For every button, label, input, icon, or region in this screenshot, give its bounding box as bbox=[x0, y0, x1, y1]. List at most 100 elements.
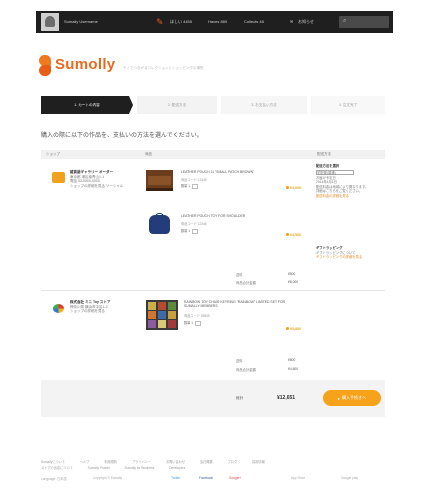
notification-label[interactable]: お知らせ bbox=[298, 19, 314, 25]
footer-link[interactable]: Developers bbox=[169, 466, 185, 470]
order-total-bar: 総計 ¥12,651 ▸ 購入手続きへ bbox=[41, 380, 385, 417]
footer-link[interactable]: ストアの出店について bbox=[41, 466, 73, 470]
avatar[interactable] bbox=[41, 13, 59, 31]
quantity-label: 数量 1 bbox=[184, 321, 194, 325]
item-price: ¥3,800 bbox=[286, 327, 301, 331]
shop-detail[interactable]: ショップの詳細を見る ソーシャル bbox=[70, 184, 123, 188]
shipping-value: ¥500 bbox=[288, 272, 296, 276]
delivery-select[interactable]: 宅配便(普通) bbox=[316, 169, 354, 175]
shop-info: 株式会社 ミニ Toy ストア 神奈川県 横浜市中区1-2 ショップの詳細を見る bbox=[70, 300, 150, 314]
cart-table-header: ショップ 商品 配送方法 bbox=[41, 150, 385, 159]
grand-total-amount: ¥12,651 bbox=[277, 395, 296, 401]
footer-link[interactable]: ブログ bbox=[228, 460, 238, 464]
step-complete: 4. 注文完了 bbox=[311, 96, 385, 114]
shop-logo-icon[interactable] bbox=[52, 303, 65, 314]
app-store-badge[interactable]: App Store bbox=[291, 476, 305, 480]
checkout-button-label: 購入手続きへ bbox=[342, 395, 366, 400]
item-title[interactable]: LEATHER POUCH TOY FOR SHOULDER bbox=[181, 214, 281, 218]
item-title[interactable]: RAINBOW TOY CHAIR KEYRING "RAINBOW" LIMI… bbox=[184, 300, 299, 309]
gift-title: ギフトラッピング bbox=[316, 246, 343, 250]
top-navigation-bar: Sumally Username ✎ ほしい 4455 Haves 889 Co… bbox=[36, 11, 393, 33]
pen-icon[interactable]: ✎ bbox=[156, 17, 166, 27]
search-icon: ⌕ bbox=[343, 18, 347, 24]
checkout-button[interactable]: ▸ 購入手続きへ bbox=[323, 390, 381, 406]
item-code: 商品コード 12345 bbox=[181, 178, 207, 182]
shipping-value: ¥800 bbox=[288, 358, 296, 362]
footer-links: Sumallyについて ヘルプ 利用規約 プライバシー お問い合わせ 会社概要 … bbox=[41, 459, 391, 471]
page-instruction: 購入の際に以下の作品を、支払いの方法を選んでください。 bbox=[41, 133, 203, 139]
arrow-right-icon: ▸ bbox=[337, 395, 340, 401]
footer-link[interactable]: ヘルプ bbox=[80, 460, 90, 464]
item-price: ¥3,000 bbox=[286, 186, 301, 190]
item-code: 商品コード 55555 bbox=[184, 314, 210, 318]
nav-want[interactable]: ほしい 4455 bbox=[170, 19, 192, 25]
step-cart: 1. カートの内容 bbox=[41, 96, 133, 114]
user-name-menu[interactable]: Sumally Username bbox=[64, 19, 98, 24]
shop-divider bbox=[41, 290, 385, 291]
twitter-icon[interactable]: Twitter bbox=[171, 476, 180, 480]
shop-info: 雑貨屋ギャラリー オーダー 東京都 港区南青山1-1 電話 03-0000-00… bbox=[70, 170, 150, 188]
quantity-stepper[interactable]: 数量 1 bbox=[184, 320, 202, 326]
shop-detail: 神奈川県 横浜市中区1-2 bbox=[70, 304, 108, 309]
item-price: ¥4,500 bbox=[286, 233, 301, 237]
footer-link[interactable]: Sumally Pocket bbox=[88, 466, 110, 470]
shop-logo-icon[interactable] bbox=[52, 172, 65, 183]
quantity-stepper[interactable]: 数量 1 bbox=[181, 228, 199, 234]
delivery-select-value: 宅配便(普通) bbox=[317, 170, 336, 175]
delivery-info: 詳細はこちらをご覧ください。 bbox=[316, 189, 363, 194]
notification-icon[interactable]: ✉ bbox=[290, 19, 293, 24]
delivery-info: 2014年4月1日 bbox=[316, 180, 337, 185]
delivery-detail-link[interactable]: 配送料金の詳細を見る bbox=[316, 194, 349, 198]
shop-detail: 電話 03-0000-0000 bbox=[70, 179, 100, 184]
footer-link[interactable]: Sumallyについて bbox=[41, 460, 65, 464]
logo-wordmark: Sumolly bbox=[55, 56, 116, 73]
facebook-icon[interactable]: Facebook bbox=[199, 476, 213, 480]
grand-total-label: 総計 bbox=[236, 396, 244, 400]
footer-link[interactable]: 会社概要 bbox=[200, 460, 213, 464]
shop-total-label: 商品合計金額 bbox=[236, 281, 256, 285]
shop-detail[interactable]: ショップの詳細を見る bbox=[70, 309, 105, 313]
shop-detail: 東京都 港区南青山1-1 bbox=[70, 174, 105, 179]
quantity-label: 数量 1 bbox=[181, 229, 191, 233]
footer-link[interactable]: Sumally for Business bbox=[125, 466, 155, 470]
shipping-label: 送料 bbox=[236, 273, 243, 277]
shop-total-value: ¥8,000 bbox=[288, 280, 299, 284]
step-payment: 3. お支払い方法 bbox=[221, 96, 307, 114]
copyright: Copyright © Sumally bbox=[93, 476, 123, 480]
quantity-label: 数量 1 bbox=[181, 184, 191, 188]
nav-collect[interactable]: Collects 48 bbox=[244, 19, 264, 24]
step-shipping: 2. 配送方法 bbox=[137, 96, 217, 114]
nav-have[interactable]: Haves 889 bbox=[208, 19, 227, 24]
tagline: モノでつながるコレクションとショッピングの場所 bbox=[123, 66, 204, 70]
google-play-badge[interactable]: Google play bbox=[341, 476, 358, 480]
header-shop: ショップ bbox=[46, 152, 60, 156]
delivery-options: 配送方法を選択 宅配便(普通) お届け予定日 2014年4月1日 配送料金は地域… bbox=[316, 164, 386, 199]
shop-name[interactable]: 雑貨屋ギャラリー オーダー bbox=[70, 170, 113, 174]
quantity-stepper[interactable]: 数量 1 bbox=[181, 183, 199, 189]
gift-info: ギフトラッピングについて bbox=[316, 250, 356, 255]
shop-total-label: 商品合計金額 bbox=[236, 368, 256, 372]
item-title[interactable]: LEATHER POUCH 11 "SMALL PATCH BROWN" bbox=[181, 170, 281, 174]
footer-link[interactable]: 採用情報 bbox=[252, 460, 265, 464]
search-input[interactable]: ⌕ bbox=[339, 16, 389, 28]
delivery-title: 配送方法を選択 bbox=[316, 164, 340, 168]
checkout-steps: 1. カートの内容 2. 配送方法 3. お支払い方法 4. 注文完了 bbox=[41, 96, 385, 114]
logo-mark-icon bbox=[39, 55, 51, 76]
footer-link[interactable]: お問い合わせ bbox=[166, 460, 185, 464]
header-delivery: 配送方法 bbox=[317, 152, 331, 156]
shop-total-value: ¥4,600 bbox=[288, 367, 299, 371]
shop-name[interactable]: 株式会社 ミニ Toy ストア bbox=[70, 300, 110, 304]
language-selector[interactable]: Language: 日本語 bbox=[41, 476, 67, 481]
footer-bottom: Language: 日本語 Copyright © Sumally Twitte… bbox=[41, 476, 391, 483]
google-plus-icon[interactable]: Google+ bbox=[229, 476, 241, 480]
gift-wrapping: ギフトラッピング ギフトラッピングについて ギフトラッピングの詳細を見る bbox=[316, 246, 386, 260]
gift-detail-link[interactable]: ギフトラッピングの詳細を見る bbox=[316, 255, 362, 259]
product-thumbnail[interactable] bbox=[146, 300, 178, 330]
delivery-info: お届け予定日 bbox=[316, 175, 336, 180]
footer-link[interactable]: プライバシー bbox=[132, 460, 151, 464]
footer-link[interactable]: 利用規約 bbox=[104, 460, 117, 464]
item-code: 商品コード 12346 bbox=[181, 222, 207, 226]
header-item: 商品 bbox=[145, 152, 152, 156]
product-thumbnail[interactable] bbox=[146, 213, 173, 234]
product-thumbnail[interactable] bbox=[146, 170, 173, 191]
